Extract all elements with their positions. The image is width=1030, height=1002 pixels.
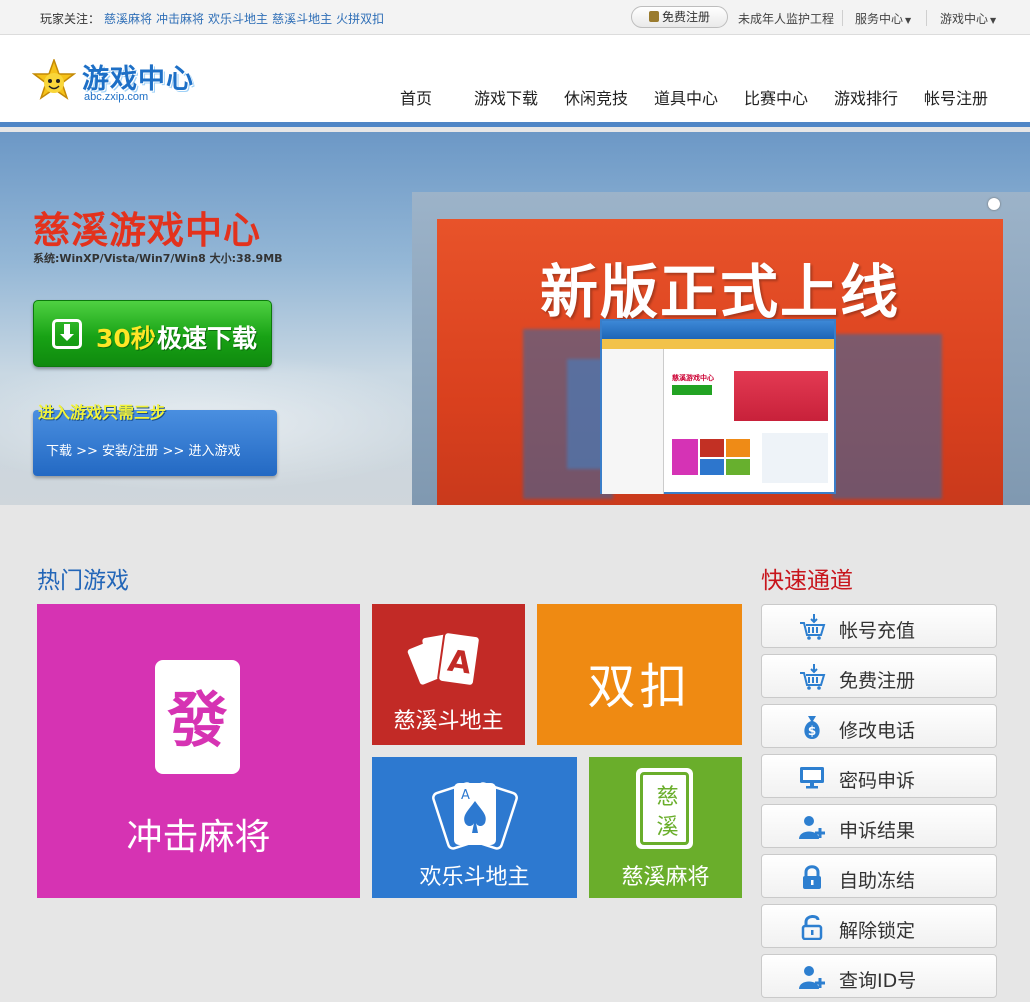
free-register-button[interactable]: 免费注册 (631, 6, 728, 28)
quick-channel-title: 快速通道 (761, 568, 853, 594)
follow-label: 玩家关注： (40, 12, 101, 26)
nav-home[interactable]: 首页 (400, 85, 432, 109)
quick-link-label: 修改电话 (839, 720, 916, 742)
monitor-icon (800, 767, 824, 789)
quick-link-unlock[interactable]: 解除锁定 (761, 904, 997, 948)
top-bar: 玩家关注： 慈溪麻将 冲击麻将 欢乐斗地主 慈溪斗地主 火拼双扣 免费注册 未成年人监护工… (0, 0, 1030, 35)
caret-down-icon: ▼ (990, 16, 997, 25)
quick-link-label: 帐号充值 (839, 620, 916, 642)
nav-match[interactable]: 比赛中心 (744, 85, 808, 109)
download-seconds: 30秒 (96, 324, 156, 353)
download-icon (52, 319, 82, 349)
caret-down-icon: ▼ (905, 16, 912, 25)
quick-link-label: 申诉结果 (839, 820, 916, 842)
hot-games-title: 热门游戏 (37, 568, 129, 594)
cart-icon (800, 664, 826, 690)
tile-label: 慈溪斗地主 (393, 709, 504, 734)
client-screenshot: 慈溪游戏中心 (600, 319, 836, 494)
quick-link-register[interactable]: 免费注册 (761, 654, 997, 698)
quick-link-label: 查询ID号 (839, 970, 917, 992)
follow-link-huanle-doudizhu[interactable]: 欢乐斗地主 (208, 12, 268, 26)
follow-link-chongji-mahjong[interactable]: 冲击麻将 (156, 12, 204, 26)
tile-cixi-mahjong[interactable]: 慈 溪 慈溪麻将 (589, 757, 742, 898)
unlock-icon (801, 915, 823, 940)
tile-cixi-doudizhu[interactable]: A 慈溪斗地主 (372, 604, 525, 745)
tile-label: 冲击麻将 (126, 817, 271, 858)
quick-link-change-phone[interactable]: $ 修改电话 (761, 704, 997, 748)
banner-title: 慈溪游戏中心 (33, 209, 261, 252)
tile-huanle-doudizhu[interactable]: A 欢乐斗地主 (372, 757, 577, 898)
nav-casual[interactable]: 休闲竞技 (564, 85, 628, 109)
lock-icon (648, 11, 659, 22)
mahjong-tile-icon: 慈 溪 (636, 768, 693, 849)
user-add-icon (799, 816, 825, 839)
spade-cards-icon: A (432, 782, 518, 850)
follow-link-cixi-doudizhu[interactable]: 慈溪斗地主 (272, 12, 332, 26)
star-mascot-icon (32, 59, 76, 100)
tile-shuangkou[interactable]: 双扣 (537, 604, 742, 745)
tile-label: 欢乐斗地主 (419, 865, 530, 890)
system-info: 系统:WinXP/Vista/Win7/Win8 大小:38.9MB (33, 252, 283, 265)
tile-label: 慈溪麻将 (621, 865, 710, 890)
logo-url: abc.zxip.com (84, 91, 149, 103)
carousel-dot[interactable] (988, 198, 1000, 210)
tile-label: 双扣 (587, 659, 692, 715)
svg-text:$: $ (808, 724, 816, 738)
guardian-link[interactable]: 未成年人监护工程 (738, 10, 834, 27)
poker-cards-icon: A (407, 631, 481, 687)
quick-link-label: 免费注册 (839, 670, 916, 692)
quick-link-self-freeze[interactable]: 自助冻结 (761, 854, 997, 898)
fast-download-button[interactable]: 30秒 极速下载 (33, 300, 272, 367)
quick-link-label: 解除锁定 (839, 920, 916, 942)
service-center-menu[interactable]: 服务中心 ▼ (855, 10, 911, 27)
promo-title: 新版正式上线 (539, 258, 900, 326)
follow-link-huopin-shuangkou[interactable]: 火拼双扣 (336, 12, 384, 26)
user-add-icon (799, 966, 825, 989)
cart-icon (800, 614, 826, 640)
quick-link-label: 密码申诉 (839, 770, 916, 792)
nav-ranking[interactable]: 游戏排行 (834, 85, 898, 109)
money-bag-icon: $ (804, 716, 820, 739)
quick-link-password-appeal[interactable]: 密码申诉 (761, 754, 997, 798)
lock-icon (803, 865, 821, 889)
download-label: 极速下载 (157, 324, 258, 353)
divider (842, 10, 843, 26)
divider (926, 10, 927, 26)
site-logo[interactable]: 游戏中心 abc.zxip.com (32, 55, 212, 115)
promo-slide[interactable]: 新版正式上线 慈溪游戏中心 (437, 219, 1003, 505)
screenshot-title: 慈溪游戏中心 (672, 374, 714, 382)
quick-link-appeal-result[interactable]: 申诉结果 (761, 804, 997, 848)
quick-link-query-id[interactable]: 查询ID号 (761, 954, 997, 998)
nav-register[interactable]: 帐号注册 (924, 85, 988, 109)
quick-link-label: 自助冻结 (839, 870, 916, 892)
header: 游戏中心 abc.zxip.com 首页 游戏下载 休闲竞技 道具中心 比赛中心… (0, 35, 1030, 127)
hero-banner: 慈溪游戏中心 系统:WinXP/Vista/Win7/Win8 大小:38.9M… (0, 132, 1030, 505)
mahjong-tile-icon: 發 (155, 660, 240, 774)
quick-link-recharge[interactable]: 帐号充值 (761, 604, 997, 648)
nav-game-download[interactable]: 游戏下载 (474, 85, 538, 109)
steps-flow: 下载 >> 安装/注册 >> 进入游戏 (46, 444, 241, 459)
svg-text:A: A (461, 788, 470, 803)
nav-props[interactable]: 道具中心 (654, 85, 718, 109)
steps-title: 进入游戏只需三步 (38, 403, 167, 422)
game-center-menu[interactable]: 游戏中心 ▼ (940, 10, 996, 27)
follow-link-cixi-mahjong[interactable]: 慈溪麻将 (104, 12, 152, 26)
follow-links: 玩家关注： 慈溪麻将 冲击麻将 欢乐斗地主 慈溪斗地主 火拼双扣 (40, 10, 384, 27)
tile-chongji-mahjong[interactable]: 發 冲击麻将 (37, 604, 360, 898)
